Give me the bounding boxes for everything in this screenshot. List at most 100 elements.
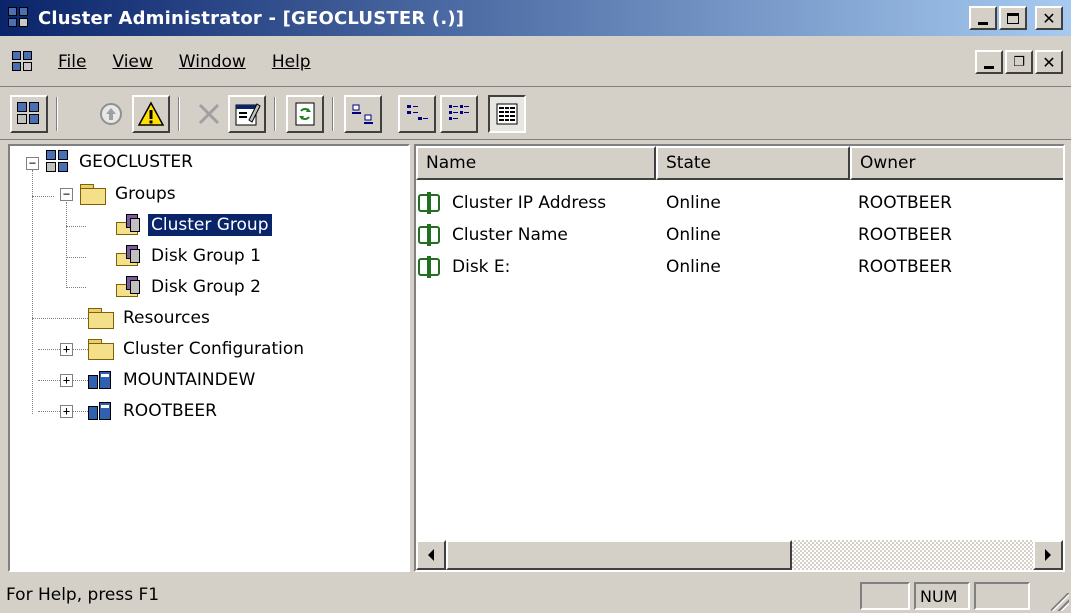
expand-mountaindew-toggle[interactable]: + — [60, 374, 73, 387]
properties-button[interactable] — [228, 95, 266, 133]
menu-window[interactable]: Window — [177, 50, 248, 74]
properties-icon — [235, 103, 261, 126]
delete-button[interactable] — [190, 95, 228, 133]
menu-bar: File View Window Help ❐ ✕ — [0, 44, 1071, 80]
tree-item-mountaindew[interactable]: MOUNTAINDEW — [88, 366, 258, 394]
menu-file[interactable]: File — [56, 50, 88, 74]
mdi-close-button[interactable]: ✕ — [1035, 50, 1063, 74]
status-help-text: For Help, press F1 — [6, 585, 160, 605]
arrow-right-icon — [1045, 549, 1051, 561]
column-header-state-label: State — [666, 153, 711, 173]
mdi-restore-button[interactable]: ❐ — [1005, 50, 1033, 74]
column-header-owner[interactable]: Owner — [850, 146, 1063, 180]
scroll-right-button[interactable] — [1033, 540, 1063, 570]
cell-owner: ROOTBEER — [858, 257, 952, 277]
cell-name: Cluster IP Address — [452, 193, 607, 213]
collapse-geocluster-toggle[interactable]: − — [26, 157, 39, 170]
cell-owner: ROOTBEER — [858, 193, 952, 213]
large-icons-icon — [352, 104, 373, 124]
refresh-icon — [295, 102, 315, 126]
restore-icon: ❐ — [1013, 54, 1025, 70]
expand-cluster-configuration-toggle[interactable]: + — [60, 343, 73, 356]
tree-item-label: Cluster Group — [147, 213, 273, 237]
maximize-button[interactable] — [999, 6, 1027, 30]
arrow-left-icon — [428, 549, 434, 561]
take-offline-icon — [137, 101, 165, 126]
small-icons-button[interactable] — [398, 95, 436, 133]
tree-item-cluster-configuration[interactable]: Cluster Configuration — [88, 335, 307, 363]
cell-name: Cluster Name — [452, 225, 568, 245]
cluster-admin-app-icon[interactable] — [8, 7, 30, 29]
tree-item-label: Disk Group 2 — [151, 277, 261, 297]
menu-window-label: Window — [178, 52, 246, 72]
status-bar: For Help, press F1 NUM — [0, 578, 1071, 613]
tree-item-cluster-group[interactable]: Cluster Group — [116, 211, 273, 239]
list-icon — [449, 105, 469, 120]
minimize-button[interactable] — [969, 6, 997, 30]
tree-item-label: Resources — [123, 308, 210, 328]
collapse-groups-toggle[interactable]: − — [60, 188, 73, 201]
status-panel-num: NUM — [914, 582, 970, 610]
tree-item-label: ROOTBEER — [123, 401, 217, 421]
document-system-menu-icon[interactable] — [12, 51, 34, 73]
resource-icon — [418, 224, 442, 246]
num-indicator: NUM — [920, 586, 958, 606]
resource-icon — [418, 256, 442, 278]
minimize-icon — [978, 21, 988, 25]
status-panel-scroll — [974, 582, 1030, 610]
tree-item-disk-group-1[interactable]: Disk Group 1 — [116, 242, 264, 270]
folder-icon — [80, 184, 106, 205]
resource-icon — [418, 192, 442, 214]
horizontal-scrollbar[interactable] — [416, 540, 1063, 570]
maximize-icon — [1007, 12, 1019, 24]
cell-owner: ROOTBEER — [858, 225, 952, 245]
close-button[interactable]: ✕ — [1035, 6, 1063, 30]
list-row[interactable]: Disk E: Online ROOTBEER — [416, 251, 1063, 283]
window-title: Cluster Administrator - [GEOCLUSTER (.)] — [38, 7, 465, 29]
toolbar — [0, 86, 1071, 140]
details-icon — [496, 103, 518, 125]
cell-state: Online — [666, 193, 721, 213]
column-header-name[interactable]: Name — [416, 146, 656, 180]
details-list-view[interactable]: Name State Owner Cluster IP Address Onli… — [414, 144, 1065, 572]
tree-view[interactable]: − GEOCLUSTER − Groups Cluster Group Disk… — [8, 144, 410, 572]
tree-item-label: Groups — [115, 184, 176, 204]
open-connection-button[interactable] — [10, 95, 48, 133]
close-icon: ✕ — [1042, 8, 1056, 28]
cluster-icon — [46, 150, 70, 174]
take-offline-button[interactable] — [132, 95, 170, 133]
tree-item-geocluster[interactable]: GEOCLUSTER — [46, 148, 196, 176]
cell-name: Disk E: — [452, 257, 511, 277]
menu-help[interactable]: Help — [270, 50, 313, 74]
column-header-owner-label: Owner — [860, 153, 916, 173]
close-icon: ✕ — [1042, 52, 1056, 72]
server-node-icon — [88, 400, 114, 422]
status-panel-caps — [860, 582, 910, 610]
scroll-left-button[interactable] — [416, 540, 446, 570]
scroll-track[interactable] — [792, 540, 1033, 570]
scroll-thumb[interactable] — [446, 540, 792, 570]
tree-item-rootbeer[interactable]: ROOTBEER — [88, 397, 220, 425]
tree-item-groups[interactable]: Groups — [80, 180, 179, 208]
column-header-name-label: Name — [426, 153, 477, 173]
bring-online-button[interactable] — [92, 95, 130, 133]
resize-grip-icon[interactable] — [1051, 593, 1069, 611]
open-connection-icon — [17, 102, 41, 126]
tree-item-disk-group-2[interactable]: Disk Group 2 — [116, 273, 264, 301]
details-view-button[interactable] — [488, 95, 526, 133]
column-header-state[interactable]: State — [656, 146, 850, 180]
minimize-icon — [984, 65, 994, 69]
tree-item-resources[interactable]: Resources — [88, 304, 213, 332]
list-row[interactable]: Cluster IP Address Online ROOTBEER — [416, 187, 1063, 219]
refresh-button[interactable] — [286, 95, 324, 133]
group-icon — [116, 276, 142, 298]
list-view-button[interactable] — [440, 95, 478, 133]
title-bar[interactable]: Cluster Administrator - [GEOCLUSTER (.)]… — [0, 0, 1071, 36]
tree-item-label: Cluster Configuration — [123, 339, 305, 359]
expand-rootbeer-toggle[interactable]: + — [60, 405, 73, 418]
mdi-minimize-button[interactable] — [975, 50, 1003, 74]
cell-state: Online — [666, 257, 721, 277]
large-icons-button[interactable] — [344, 95, 382, 133]
menu-view[interactable]: View — [110, 50, 154, 74]
list-row[interactable]: Cluster Name Online ROOTBEER — [416, 219, 1063, 251]
